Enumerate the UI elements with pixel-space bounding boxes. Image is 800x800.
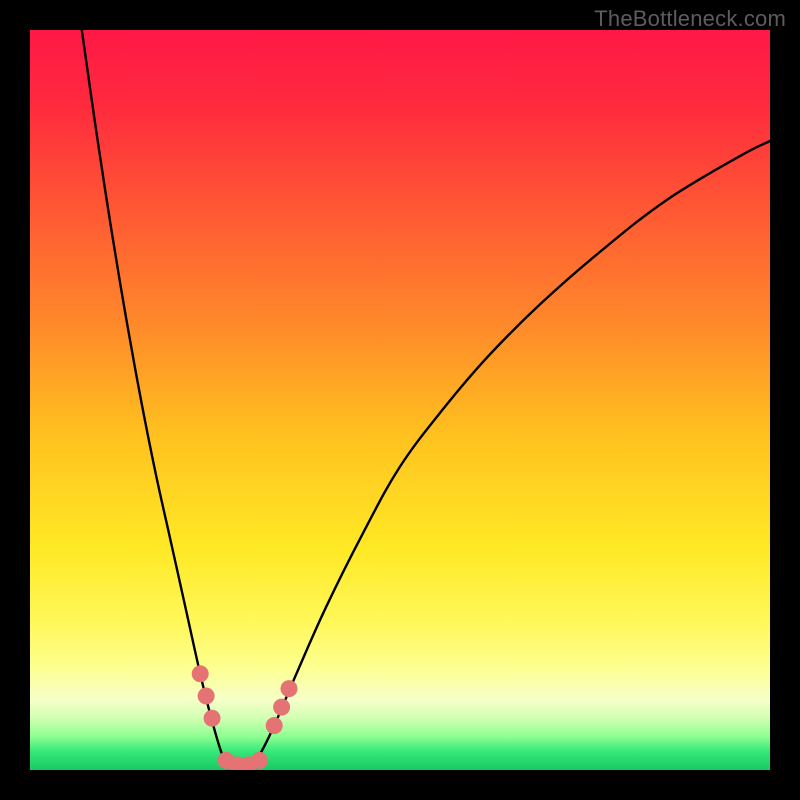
outer-frame: TheBottleneck.com [0, 0, 800, 800]
data-points [30, 30, 770, 770]
watermark-text: TheBottleneck.com [594, 6, 786, 32]
data-point-p9 [273, 699, 290, 716]
plot-area [30, 30, 770, 770]
data-point-p2 [198, 688, 215, 705]
data-point-p10 [281, 680, 298, 697]
data-point-p8 [266, 717, 283, 734]
data-point-p7 [251, 752, 268, 769]
data-point-p3 [204, 710, 221, 727]
data-point-p1 [192, 665, 209, 682]
